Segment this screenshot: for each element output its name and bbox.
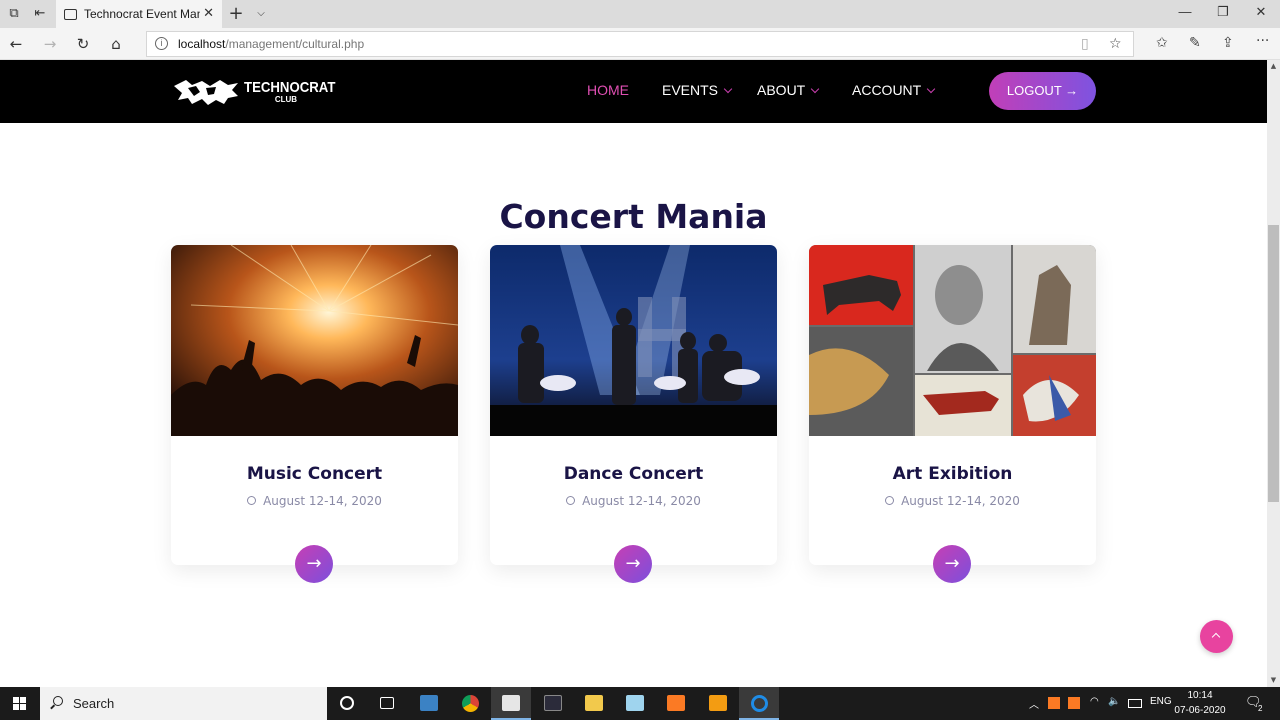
chrome-icon[interactable] (450, 687, 490, 720)
forward-arrow-icon[interactable]: → (40, 34, 60, 54)
menu-events[interactable]: EVENTS (662, 82, 733, 98)
file-explorer-icon[interactable] (574, 687, 614, 720)
chevron-down-icon (810, 84, 820, 94)
new-tab-icon[interactable]: + (227, 5, 245, 23)
cortana-icon[interactable] (327, 687, 367, 720)
clock-icon (247, 496, 257, 505)
clock-icon (885, 496, 895, 505)
app-icon[interactable] (409, 687, 449, 720)
edge-icon[interactable] (739, 687, 779, 720)
chevron-down-icon (926, 84, 936, 94)
card-date: August 12-14, 2020 (809, 494, 1096, 508)
dance-stage-photo (490, 245, 777, 436)
store-icon[interactable] (491, 687, 531, 720)
search-label: Search (73, 696, 115, 711)
menu-home[interactable]: HOME (587, 82, 629, 98)
site-header: TECHNOCRAT CLUB HOME EVENTS ABOUT ACCOUN… (0, 60, 1267, 123)
minimize-button[interactable]: — (1170, 4, 1200, 24)
section-title: Concert Mania (499, 197, 768, 236)
taskbar-clock[interactable]: 10:14 07-06-2020 (1172, 688, 1228, 718)
menu-account[interactable]: ACCOUNT (852, 82, 936, 98)
page-icon (64, 8, 77, 20)
card-title[interactable]: Art Exibition (809, 464, 1096, 484)
menu-about[interactable]: ABOUT (757, 82, 820, 98)
sublime-icon[interactable] (698, 687, 738, 720)
wifi-icon[interactable]: ◠ (1090, 696, 1099, 707)
back-arrow-icon[interactable]: ← (6, 34, 26, 54)
pen-icon[interactable]: ✎ (1189, 35, 1201, 51)
chevron-up-icon[interactable]: ︿ (1029, 696, 1039, 711)
windows-taskbar: Search ︿ ◠ 🔈 ENG 10:14 07-06-2020 🗨 2 (0, 687, 1280, 720)
page-scrollbar[interactable]: ▲ ▼ (1267, 60, 1280, 687)
concert-crowd-photo (171, 245, 458, 436)
back-to-top-button[interactable] (1200, 620, 1233, 653)
favorites-list-icon[interactable]: ✩ (1156, 35, 1168, 51)
logo-text: TECHNOCRAT CLUB (244, 79, 336, 104)
reading-view-icon[interactable]: ▯ (1081, 36, 1089, 52)
art-collage-photo (809, 245, 1096, 436)
chevron-up-icon (1211, 632, 1221, 642)
maximize-button[interactable]: ❐ (1208, 4, 1238, 24)
refresh-icon[interactable]: ↻ (73, 34, 93, 54)
arrow-right-icon[interactable]: → (295, 545, 333, 583)
address-bar-row: ← → ↻ ⌂ i localhost/management/cultural.… (0, 28, 1280, 60)
set-tabs-aside-icon[interactable]: ⇤ (31, 5, 49, 23)
card-date: August 12-14, 2020 (490, 494, 777, 508)
xampp-icon[interactable] (656, 687, 696, 720)
card-title[interactable]: Music Concert (171, 464, 458, 484)
close-window-button[interactable]: ✕ (1246, 4, 1276, 24)
event-card-art: Art Exibition August 12-14, 2020 → (809, 245, 1096, 583)
chevron-down-icon (723, 84, 733, 94)
url-field[interactable]: i localhost/management/cultural.php ▯ ☆ (146, 31, 1134, 57)
app-icon[interactable] (533, 687, 573, 720)
notification-count: 2 (1258, 704, 1263, 713)
tab-actions-icon[interactable]: ⧉ (5, 5, 23, 23)
battery-icon[interactable] (1128, 699, 1142, 708)
scroll-up-icon[interactable]: ▲ (1267, 60, 1280, 73)
url-text: localhost/management/cultural.php (178, 37, 365, 51)
card-date: August 12-14, 2020 (171, 494, 458, 508)
page-viewport: TECHNOCRAT CLUB HOME EVENTS ABOUT ACCOUN… (0, 60, 1267, 687)
arrow-right-icon[interactable]: → (614, 545, 652, 583)
logout-button[interactable]: LOGOUT → (989, 72, 1096, 110)
volume-icon[interactable]: 🔈 (1108, 696, 1120, 707)
home-icon[interactable]: ⌂ (106, 34, 126, 54)
scroll-down-icon[interactable]: ▼ (1267, 674, 1280, 687)
arrow-right-icon[interactable]: → (933, 545, 971, 583)
browser-tab-bar: ⧉ ⇤ Technocrat Event Manag ✕ + ⌵ — ❐ ✕ (0, 0, 1280, 28)
close-tab-icon[interactable]: ✕ (203, 6, 214, 21)
event-card-dance: Dance Concert August 12-14, 2020 → (490, 245, 777, 583)
clock-icon (566, 496, 576, 505)
info-icon[interactable]: i (155, 37, 168, 50)
favorite-star-icon[interactable]: ☆ (1109, 36, 1122, 52)
more-icon[interactable]: ··· (1256, 33, 1269, 49)
taskbar-search[interactable]: Search (40, 687, 327, 720)
share-icon[interactable]: ⇪ (1222, 35, 1234, 51)
xampp-tray-icon[interactable] (1048, 697, 1060, 709)
site-logo[interactable]: TECHNOCRAT CLUB (172, 76, 348, 108)
task-view-icon[interactable] (367, 687, 407, 720)
browser-tab[interactable]: Technocrat Event Manag ✕ (56, 0, 222, 28)
windows-start-icon[interactable] (0, 687, 40, 720)
xampp-tray-icon[interactable] (1068, 697, 1080, 709)
card-title[interactable]: Dance Concert (490, 464, 777, 484)
app-icon[interactable] (615, 687, 655, 720)
scrollbar-thumb[interactable] (1268, 225, 1279, 502)
language-indicator[interactable]: ENG (1150, 696, 1172, 707)
chevron-down-icon[interactable]: ⌵ (252, 5, 270, 23)
search-icon (53, 696, 63, 706)
tab-title: Technocrat Event Manag (84, 7, 200, 21)
event-card-music: Music Concert August 12-14, 2020 → (171, 245, 458, 583)
